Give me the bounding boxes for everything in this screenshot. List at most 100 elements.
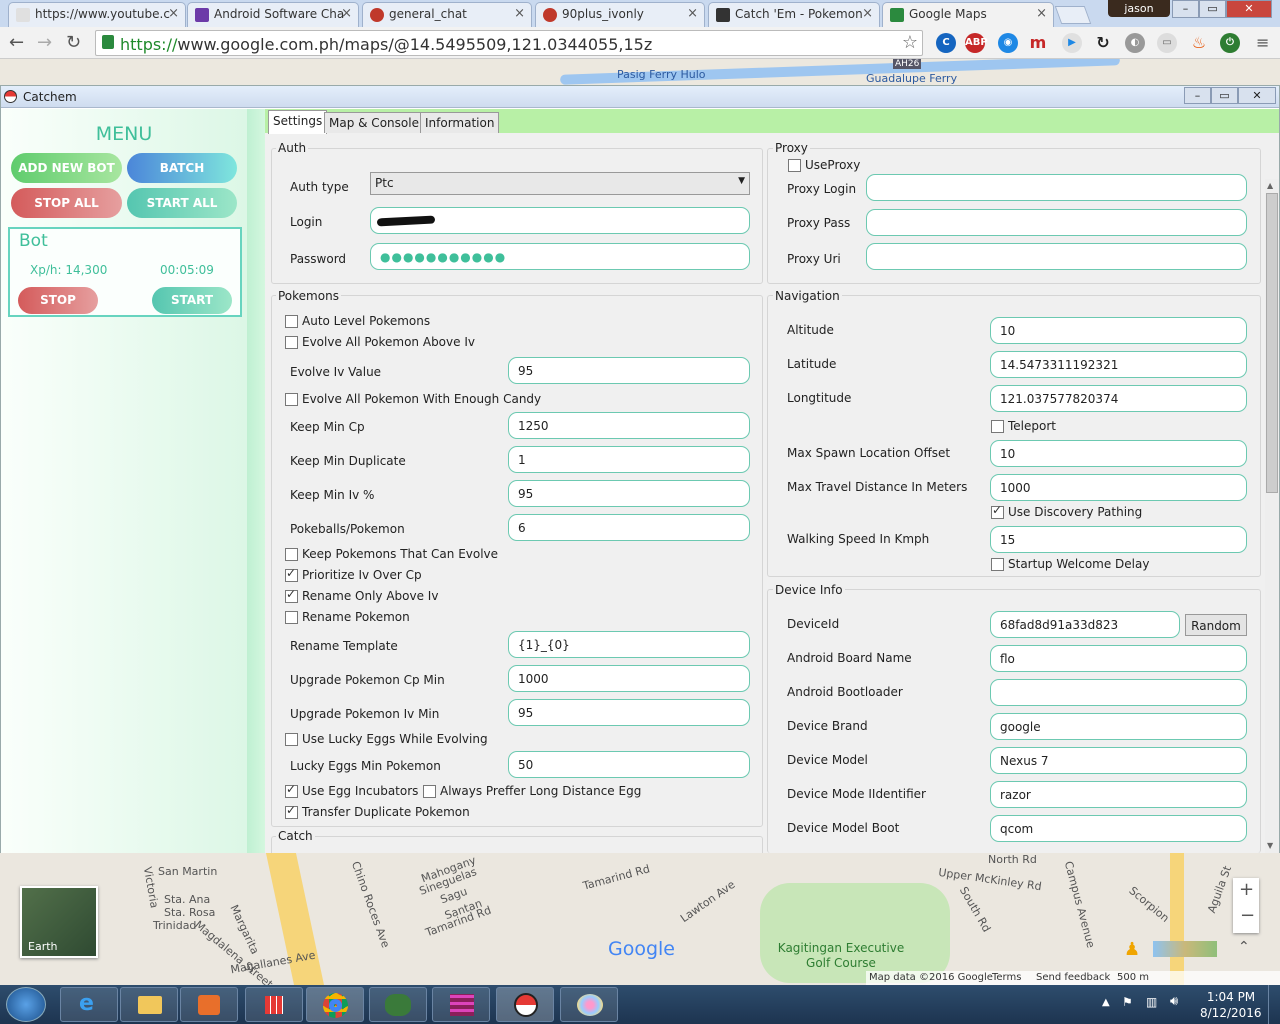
lucky-min-field[interactable]: 50 [508,751,750,778]
chrome-icon[interactable] [306,987,364,1022]
explorer-icon[interactable] [120,987,178,1022]
extension-icon[interactable]: C [936,33,956,53]
device-model-boot-field[interactable]: qcom [990,815,1247,842]
browser-tab-active[interactable]: Google Maps × [882,2,1054,27]
auto-level-checkbox[interactable]: Auto Level Pokemons [285,314,430,329]
add-new-bot-button[interactable]: ADD NEW BOT [11,153,122,183]
bot-card[interactable]: Bot Xp/h: 14,300 00:05:09 STOP START [8,227,242,317]
send-feedback-link[interactable]: Send feedback [1036,972,1110,983]
use-proxy-checkbox[interactable]: UseProxy [788,158,860,173]
auth-type-select[interactable]: Ptc ▼ [370,172,750,195]
catchem-taskbar-icon[interactable] [496,987,554,1022]
scroll-down-icon[interactable]: ▼ [1267,841,1273,850]
longitude-field[interactable]: 121.037577820374 [990,385,1247,412]
password-field[interactable]: ●●●●●●●●●●● [370,243,750,270]
keep-min-dup-field[interactable]: 1 [508,446,750,473]
rename-pokemon-checkbox[interactable]: Rename Pokemon [285,610,410,625]
login-field[interactable] [370,207,750,234]
star-icon[interactable]: ☆ [902,32,918,53]
long-distance-egg-checkbox[interactable]: Always Preffer Long Distance Egg [423,784,641,799]
new-tab-button[interactable] [1054,6,1092,24]
map-bottom[interactable]: San Martin Sta. Ana Sta. Rosa Trinidad M… [0,853,1280,985]
batch-creation-button[interactable]: BATCH CREATION [127,153,237,205]
startup-delay-checkbox[interactable]: Startup Welcome Delay [991,557,1149,572]
start-all-button[interactable]: START ALL [127,188,237,218]
close-window-icon[interactable]: ✕ [1238,87,1276,104]
bootloader-field[interactable] [990,679,1247,706]
browser-tab[interactable]: https://www.youtube.c × [8,2,186,27]
device-id-field[interactable]: 68fad8d91a33d823 [990,611,1180,638]
board-name-field[interactable]: flo [990,645,1247,672]
extension-icon[interactable]: ⏻ [1220,33,1240,53]
evolve-above-iv-checkbox[interactable]: Evolve All Pokemon Above Iv [285,335,475,350]
start-button[interactable] [6,987,46,1022]
discovery-pathing-checkbox[interactable]: Use Discovery Pathing [991,503,1142,520]
bot-start-button[interactable]: START [152,287,232,314]
browser-tab[interactable]: Android Software Cha × [187,2,359,27]
scroll-up-icon[interactable]: ▲ [1267,181,1273,190]
maximize-icon[interactable]: ▭ [1199,0,1226,18]
extension-icon[interactable]: ◉ [998,33,1018,53]
minimize-icon[interactable]: – [1172,0,1199,18]
apps-icon[interactable] [245,987,303,1022]
close-icon[interactable]: × [1036,6,1047,21]
imagery-thumbnails[interactable] [1153,941,1217,957]
chevron-up-icon[interactable]: ⌃ [1238,939,1250,955]
stop-all-button[interactable]: STOP ALL [11,188,122,218]
tab-settings[interactable]: Settings [268,110,328,134]
reload-icon[interactable]: ↻ [66,32,81,53]
browser-tab[interactable]: general_chat × [362,2,532,27]
media-player-icon[interactable] [180,987,238,1022]
paint-icon[interactable] [560,987,618,1022]
scrollbar-thumb[interactable] [1266,193,1278,493]
extension-icon[interactable]: ▭ [1157,33,1177,53]
maximize-icon[interactable]: ▭ [1211,87,1238,104]
extension-icon[interactable]: ▶ [1062,33,1082,53]
proxy-uri-field[interactable] [866,243,1247,270]
tab-map-console[interactable]: Map & Console [324,112,424,133]
keep-can-evolve-checkbox[interactable]: Keep Pokemons That Can Evolve [285,547,498,562]
address-bar[interactable]: https://www.google.com.ph/maps/@14.54955… [95,30,923,56]
proxy-pass-field[interactable] [866,209,1247,236]
random-button[interactable]: Random [1185,614,1247,636]
zoom-in-icon[interactable]: + [1239,879,1254,900]
extension-icon[interactable]: ↻ [1093,33,1113,53]
tab-information[interactable]: Information [420,112,500,133]
tray-arrow-icon[interactable]: ▲ [1102,997,1110,1008]
zoom-out-icon[interactable]: − [1240,905,1255,926]
transfer-duplicate-checkbox[interactable]: Transfer Duplicate Pokemon [285,803,470,820]
close-icon[interactable]: × [341,6,352,21]
scrollbar[interactable]: ▲ ▼ [1265,179,1279,853]
archiver-icon[interactable] [432,987,490,1022]
earth-view-thumbnail[interactable]: Earth [20,886,98,958]
rename-above-iv-checkbox[interactable]: Rename Only Above Iv [285,587,438,604]
keep-min-cp-field[interactable]: 1250 [508,412,750,439]
pokeballs-field[interactable]: 6 [508,514,750,541]
device-model-field[interactable]: Nexus 7 [990,747,1247,774]
close-window-icon[interactable]: ✕ [1226,0,1272,18]
profile-user[interactable]: jason [1108,0,1170,17]
latitude-field[interactable]: 14.5473311192321 [990,351,1247,378]
clock-time[interactable]: 1:04 PM [1206,990,1256,1004]
rename-template-field[interactable]: {1}_{0} [508,631,750,658]
max-travel-field[interactable]: 1000 [990,474,1247,501]
extension-icon[interactable]: ◐ [1125,33,1145,53]
close-icon[interactable]: × [862,6,873,21]
app-icon[interactable] [369,987,427,1022]
lucky-eggs-checkbox[interactable]: Use Lucky Eggs While Evolving [285,732,488,747]
ie-icon[interactable]: e [60,987,118,1022]
device-mode-id-field[interactable]: razor [990,781,1247,808]
close-icon[interactable]: × [687,6,698,21]
prioritize-iv-checkbox[interactable]: Prioritize Iv Over Cp [285,566,422,583]
volume-icon[interactable]: 🔊︎ [1170,994,1178,1009]
browser-tab[interactable]: Catch 'Em - Pokemon × [708,2,880,27]
adblock-icon[interactable]: ABP [965,33,988,53]
egg-incubators-checkbox[interactable]: Use Egg Incubators [285,782,418,799]
walking-speed-field[interactable]: 15 [990,526,1247,553]
close-icon[interactable]: × [168,6,179,21]
extension-icon[interactable]: ♨ [1189,33,1209,53]
network-icon[interactable]: ▥ [1146,995,1157,1009]
device-brand-field[interactable]: google [990,713,1247,740]
close-icon[interactable]: × [514,6,525,21]
max-spawn-field[interactable]: 10 [990,440,1247,467]
